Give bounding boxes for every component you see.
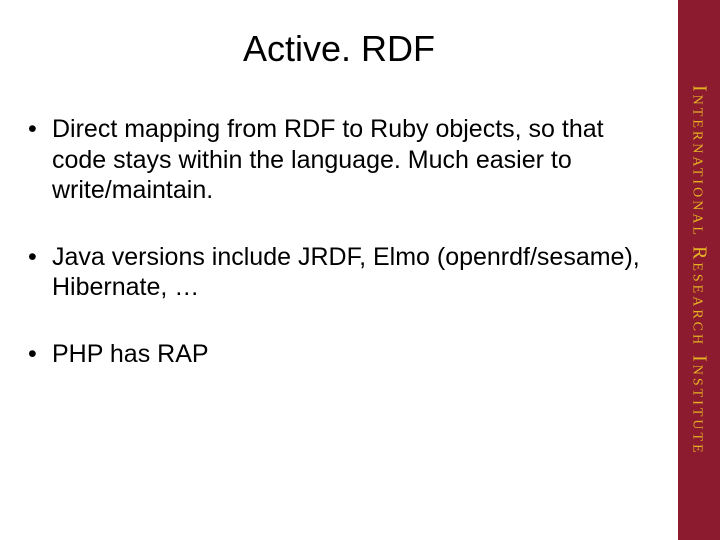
sidebar-label: International Research Institute (688, 85, 711, 456)
list-item: Java versions include JRDF, Elmo (openrd… (24, 242, 654, 303)
list-item: PHP has RAP (24, 339, 654, 370)
bullet-list: Direct mapping from RDF to Ruby objects,… (24, 114, 654, 369)
sidebar-brand: International Research Institute (678, 0, 720, 540)
slide-content: Active. RDF Direct mapping from RDF to R… (0, 0, 678, 540)
list-item: Direct mapping from RDF to Ruby objects,… (24, 114, 654, 206)
slide-title: Active. RDF (24, 28, 654, 70)
